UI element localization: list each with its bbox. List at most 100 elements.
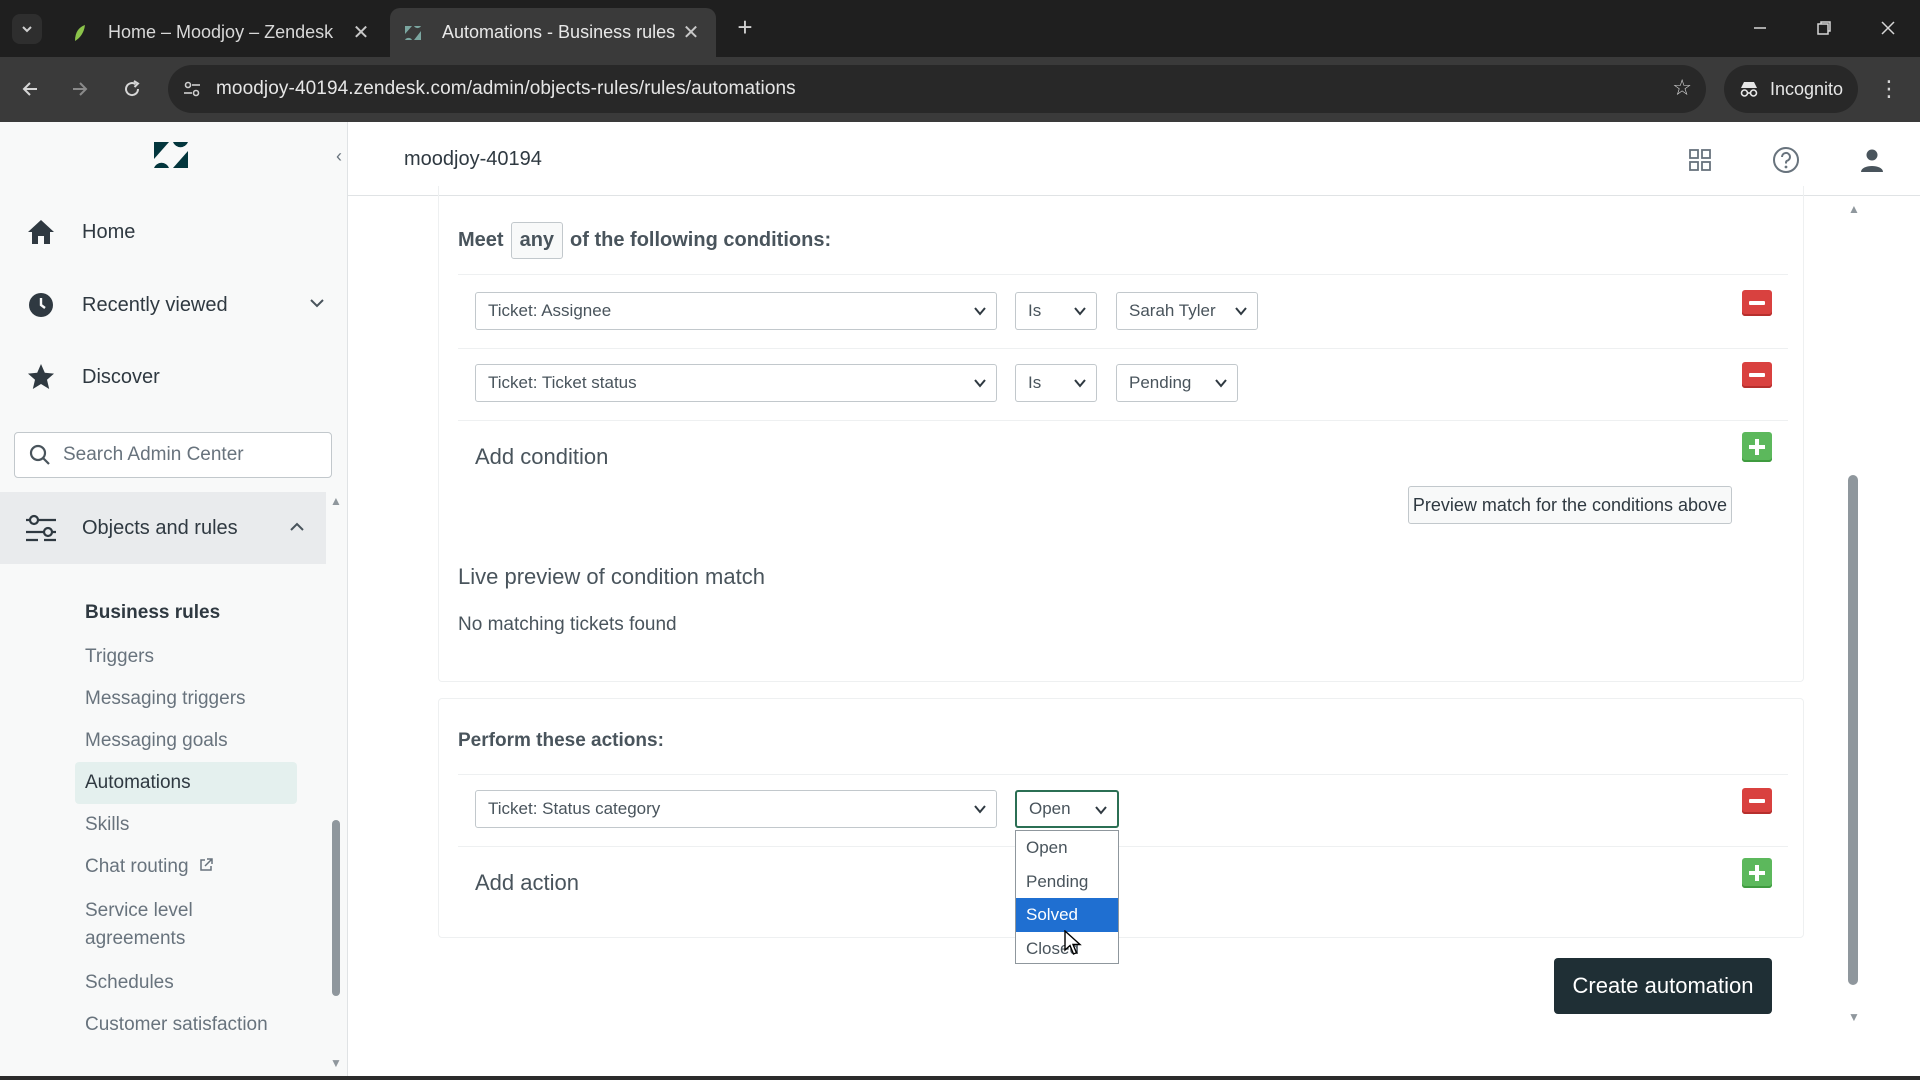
reload-icon[interactable] (114, 71, 150, 107)
close-tab-icon[interactable]: ✕ (350, 20, 372, 45)
browser-toolbar: moodjoy-40194.zendesk.com/admin/objects-… (0, 57, 1920, 122)
star-icon (24, 360, 58, 394)
select-value: Ticket: Status category (488, 799, 661, 818)
sidebar-item-chat-routing[interactable]: Chat routing (85, 856, 214, 878)
sidebar-item-messaging-goals[interactable]: Messaging goals (85, 730, 228, 752)
sidebar-item-sla-line2[interactable]: agreements (85, 928, 185, 950)
tab-title: Home – Moodjoy – Zendesk (108, 22, 334, 42)
add-action-label: Add action (475, 870, 579, 895)
taskbar-edge (0, 1076, 1920, 1080)
condition-field-select[interactable]: Ticket: Assignee (475, 292, 997, 330)
search-icon (29, 444, 50, 465)
admin-search[interactable] (14, 432, 332, 478)
url-text: moodjoy-40194.zendesk.com/admin/objects-… (216, 78, 796, 99)
condition-operator-select[interactable]: Is (1015, 364, 1097, 402)
zendesk-leaf-icon (70, 24, 88, 42)
minus-icon (1749, 301, 1765, 305)
zendesk-logo-icon (404, 24, 422, 42)
remove-action-button[interactable] (1742, 788, 1772, 814)
minus-icon (1749, 373, 1765, 377)
main-scrollbar[interactable] (1848, 475, 1858, 985)
back-arrow-icon[interactable] (12, 71, 48, 107)
collapse-sidebar-icon[interactable]: ‹ (336, 146, 342, 167)
home-icon (24, 215, 58, 249)
sidebar-scroll-up-icon[interactable]: ▲ (330, 494, 342, 508)
incognito-label: Incognito (1770, 78, 1844, 99)
close-tab-icon[interactable]: ✕ (680, 20, 702, 45)
remove-condition-button[interactable] (1742, 290, 1772, 316)
select-value: Sarah Tyler (1129, 301, 1216, 320)
search-input[interactable] (63, 444, 323, 466)
meet-conditions-label: Meet any of the following conditions: (458, 222, 831, 259)
chevron-down-icon (1235, 307, 1247, 316)
condition-value-select[interactable]: Pending (1116, 364, 1238, 402)
meet-mode-toggle[interactable]: any (510, 222, 564, 259)
sidebar-item-schedules[interactable]: Schedules (85, 972, 174, 994)
condition-field-select[interactable]: Ticket: Ticket status (475, 364, 997, 402)
nav-discover[interactable]: Discover (24, 352, 334, 402)
perform-actions-label: Perform these actions: (458, 730, 664, 751)
add-action-button[interactable] (1742, 858, 1772, 888)
chevron-up-icon[interactable] (288, 518, 306, 536)
help-icon[interactable] (1770, 144, 1802, 176)
new-tab-icon[interactable]: + (730, 12, 760, 42)
nav-home[interactable]: Home (24, 207, 334, 257)
sidebar-item-label: Chat routing (85, 856, 189, 877)
preview-match-button[interactable]: Preview match for the conditions above (1408, 486, 1732, 524)
tab-home[interactable]: Home – Moodjoy – Zendesk ✕ (56, 8, 386, 57)
zendesk-logo[interactable] (152, 140, 190, 175)
tab-automations[interactable]: Automations - Business rules - ✕ (390, 8, 716, 57)
browser-tab-bar: Home – Moodjoy – Zendesk ✕ Automations -… (0, 0, 1920, 57)
nav-label: Recently viewed (82, 293, 228, 316)
minimize-icon[interactable] (1730, 8, 1790, 48)
sidebar-item-messaging-triggers[interactable]: Messaging triggers (85, 688, 246, 710)
row-divider (458, 348, 1788, 349)
site-info-icon[interactable] (168, 79, 216, 99)
browser-menu-icon[interactable]: ⋮ (1874, 71, 1904, 107)
products-grid-icon[interactable] (1684, 144, 1716, 176)
mouse-cursor-icon (1064, 930, 1082, 955)
address-bar[interactable]: moodjoy-40194.zendesk.com/admin/objects-… (168, 65, 1706, 113)
select-value: Is (1028, 373, 1042, 392)
nav-objects-and-rules[interactable]: Objects and rules (0, 492, 326, 564)
main-scroll-up-icon[interactable]: ▲ (1848, 202, 1860, 216)
chevron-down-icon[interactable] (308, 294, 326, 312)
bookmark-star-icon[interactable]: ☆ (1672, 75, 1692, 101)
action-value-select[interactable]: Open (1015, 790, 1119, 828)
sidebar-scroll-down-icon[interactable]: ▼ (330, 1056, 342, 1070)
condition-operator-select[interactable]: Is (1015, 292, 1097, 330)
sidebar-item-triggers[interactable]: Triggers (85, 646, 154, 668)
add-condition-label: Add condition (475, 444, 609, 469)
select-value: Open (1029, 799, 1071, 818)
account-name: moodjoy-40194 (404, 148, 542, 170)
incognito-indicator[interactable]: Incognito (1724, 65, 1858, 113)
remove-condition-button[interactable] (1742, 362, 1772, 388)
forward-arrow-icon[interactable] (62, 71, 98, 107)
restore-icon[interactable] (1794, 8, 1854, 48)
chevron-down-icon (974, 307, 986, 316)
minus-icon (1749, 799, 1765, 803)
user-avatar-icon[interactable] (1856, 144, 1888, 176)
sidebar-item-automations[interactable]: Automations (75, 762, 297, 804)
sidebar-item-skills[interactable]: Skills (85, 814, 129, 836)
dropdown-option-open[interactable]: Open (1016, 831, 1118, 865)
zendesk-logo-icon (154, 142, 188, 168)
nav-label: Home (82, 220, 136, 243)
chevron-down-icon (1074, 379, 1086, 388)
select-value: Pending (1129, 373, 1192, 392)
plus-icon (1749, 865, 1765, 881)
dropdown-option-solved[interactable]: Solved (1016, 898, 1118, 932)
dropdown-option-pending[interactable]: Pending (1016, 865, 1118, 899)
automation-editor: Meet any of the following conditions: Ti… (348, 186, 1848, 1080)
sidebar-scrollbar[interactable] (332, 820, 340, 996)
action-field-select[interactable]: Ticket: Status category (475, 790, 997, 828)
sidebar-item-sla[interactable]: Service level (85, 900, 193, 922)
sidebar-item-customer-satisfaction[interactable]: Customer satisfaction (85, 1014, 268, 1036)
tab-search-button[interactable] (12, 14, 42, 44)
create-automation-button[interactable]: Create automation (1554, 958, 1772, 1014)
nav-recently-viewed[interactable]: Recently viewed (24, 280, 334, 330)
add-condition-button[interactable] (1742, 432, 1772, 462)
close-window-icon[interactable] (1858, 8, 1918, 48)
condition-value-select[interactable]: Sarah Tyler (1116, 292, 1258, 330)
main-scroll-down-icon[interactable]: ▼ (1848, 1010, 1860, 1024)
